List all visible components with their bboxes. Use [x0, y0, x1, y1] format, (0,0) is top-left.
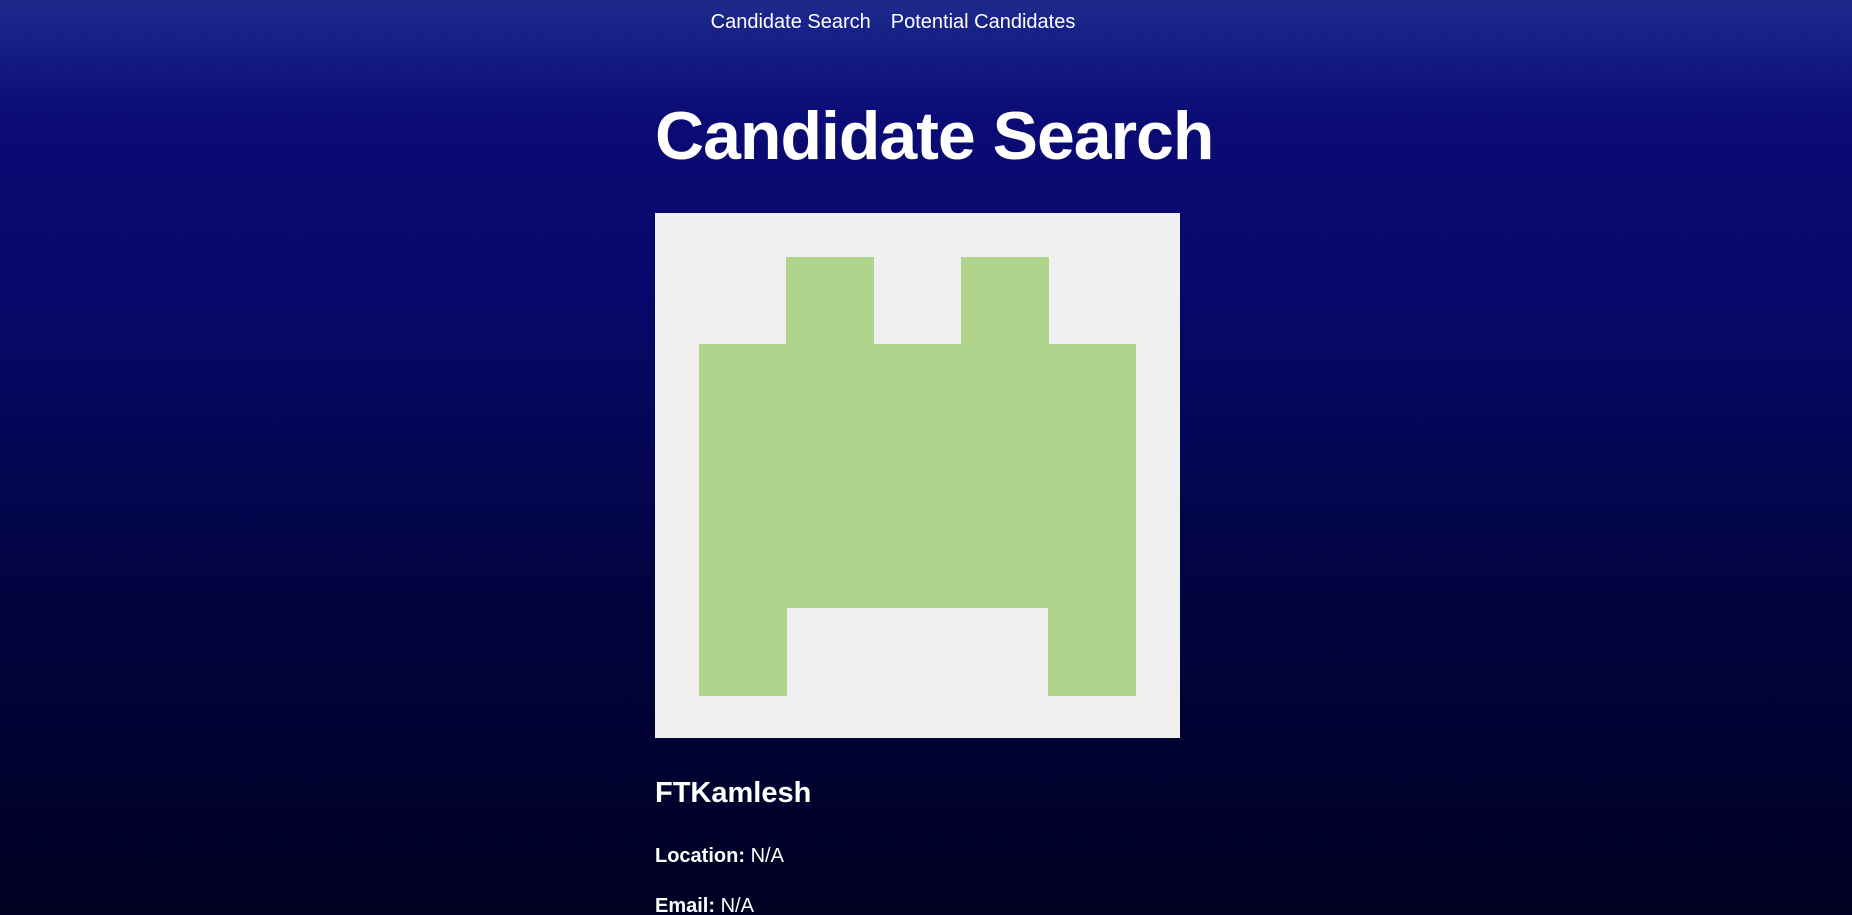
location-label: Location: [655, 845, 745, 867]
identicon-avatar-icon [655, 213, 1180, 738]
candidate-location: Location: N/A [655, 843, 784, 869]
email-label: Email: [655, 895, 716, 915]
candidate-avatar [655, 213, 1180, 738]
page-title: Candidate Search [655, 98, 1214, 174]
nav-link-candidate-search[interactable]: Candidate Search [711, 9, 871, 35]
candidate-email: Email: N/A [655, 893, 754, 915]
email-value: N/A [720, 895, 754, 915]
location-value: N/A [750, 845, 784, 867]
candidate-username: FTKamlesh [655, 777, 812, 809]
nav-link-potential-candidates[interactable]: Potential Candidates [891, 9, 1076, 35]
nav-links: Candidate Search Potential Candidates [711, 9, 1076, 35]
top-nav: Candidate Search Potential Candidates [0, 9, 1852, 35]
